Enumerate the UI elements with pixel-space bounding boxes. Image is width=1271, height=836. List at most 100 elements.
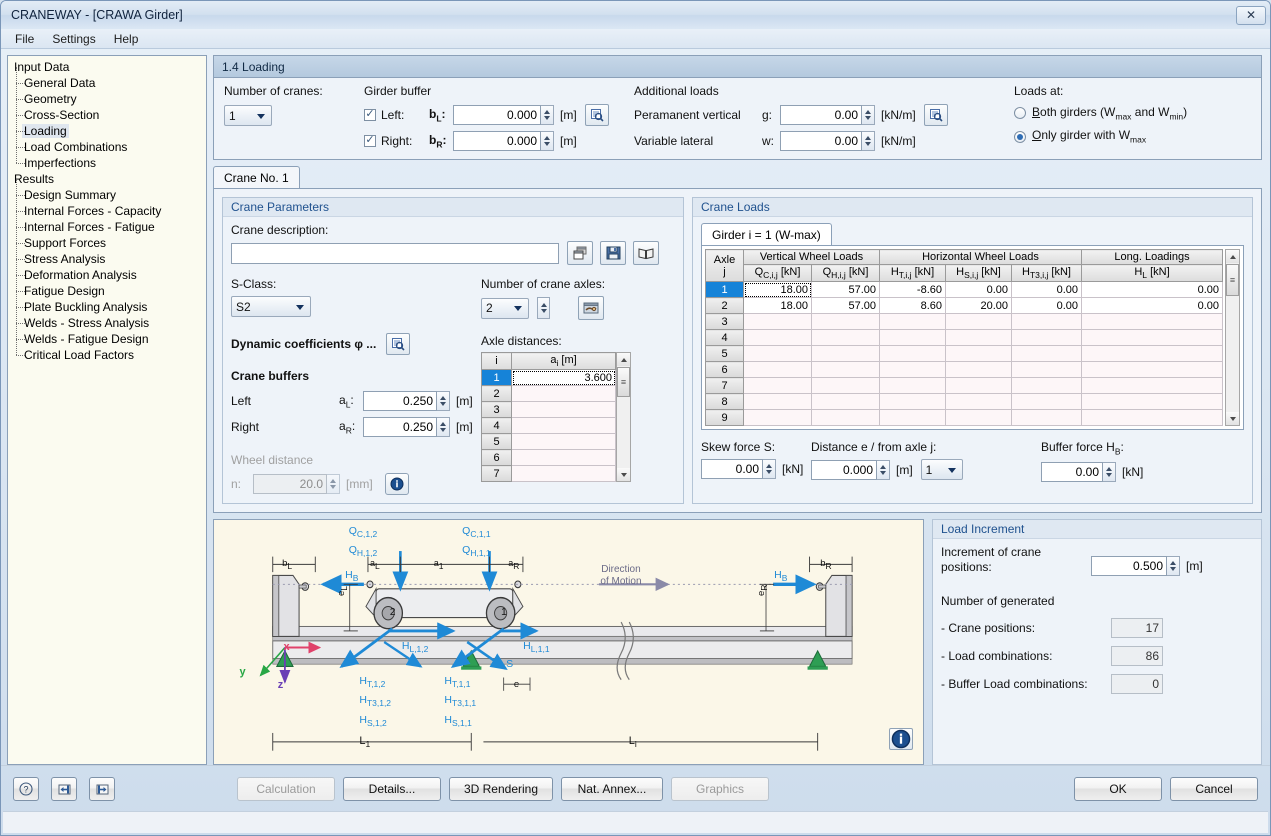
axle-row-value[interactable] [511, 401, 616, 419]
axle-row-value[interactable] [511, 385, 616, 403]
skew-force-stepper[interactable] [763, 459, 776, 480]
close-icon[interactable]: ✕ [1236, 5, 1266, 25]
load-row-index[interactable]: 6 [705, 361, 744, 379]
navigation-tree[interactable]: Input Data General Data Geometry Cross-S… [7, 55, 207, 765]
sidebar-item-geometry[interactable]: Geometry [12, 83, 206, 107]
menu-item-file[interactable]: File [7, 30, 42, 48]
sidebar-item-plate-buckling-analysis[interactable]: Plate Buckling Analysis [12, 291, 206, 315]
load-row-index[interactable]: 2 [705, 297, 744, 315]
load-ht[interactable]: 8.60 [879, 297, 946, 315]
load-row-index[interactable]: 3 [705, 313, 744, 331]
ar-input[interactable]: 0.250 [363, 417, 437, 437]
axle-row-index[interactable]: 3 [481, 401, 512, 419]
load-hl[interactable]: 0.00 [1081, 281, 1223, 299]
distance-e-stepper[interactable] [877, 459, 890, 480]
s-class-select[interactable]: S2 [231, 296, 311, 317]
load-qh[interactable]: 57.00 [811, 281, 880, 299]
axle-row-index[interactable]: 1 [481, 369, 512, 387]
buffer-force-input[interactable]: 0.00 [1041, 461, 1103, 482]
tree-group-results[interactable]: Results [12, 171, 206, 187]
axle-row-value[interactable] [511, 465, 616, 483]
radio-both-girders[interactable] [1014, 107, 1026, 120]
graphics-button[interactable]: Graphics [671, 776, 769, 801]
scroll-down-icon[interactable] [1226, 412, 1239, 426]
load-hs[interactable]: 20.00 [945, 297, 1012, 315]
bl-stepper[interactable] [541, 105, 554, 125]
sidebar-item-fatigue-design[interactable]: Fatigue Design [12, 275, 206, 299]
distance-axle-select[interactable]: 1 [920, 459, 963, 481]
scroll-up-icon[interactable] [617, 353, 630, 366]
axle-row-value[interactable] [511, 449, 616, 467]
crane-loads-scrollbar[interactable]: ≡ [1225, 249, 1240, 427]
sidebar-item-welds-stress-analysis[interactable]: Welds - Stress Analysis [12, 307, 206, 331]
load-row-index[interactable]: 8 [705, 393, 744, 411]
calculation-button[interactable]: Calculation [237, 776, 335, 801]
axle-wizard-icon[interactable] [578, 296, 604, 320]
load-row-index[interactable]: 7 [705, 377, 744, 395]
br-stepper[interactable] [541, 131, 554, 151]
tree-group-input-data[interactable]: Input Data [12, 59, 206, 75]
axle-row-value[interactable]: 3.600 [511, 369, 616, 387]
girder-buffer-left-checkbox[interactable] [364, 109, 376, 121]
w-stepper[interactable] [862, 131, 875, 151]
next-page-button[interactable] [89, 776, 115, 801]
al-stepper[interactable] [437, 391, 450, 411]
axle-row-index[interactable]: 5 [481, 433, 512, 451]
sidebar-item-design-summary[interactable]: Design Summary [12, 179, 206, 203]
girder-buffer-right-checkbox[interactable] [364, 135, 376, 147]
tab-crane-no-1[interactable]: Crane No. 1 [213, 166, 300, 188]
load-qh[interactable]: 57.00 [811, 297, 880, 315]
axle-row-index[interactable]: 7 [481, 465, 512, 483]
load-row-index[interactable]: 5 [705, 345, 744, 363]
sidebar-item-support-forces[interactable]: Support Forces [12, 227, 206, 251]
number-of-crane-axles-select[interactable]: 2 [481, 297, 529, 319]
bl-detail-magnifier-icon[interactable] [584, 104, 609, 126]
scroll-up-icon[interactable] [1226, 250, 1239, 263]
radio-only-girder-wmax[interactable] [1014, 130, 1026, 143]
scroll-thumb[interactable]: ≡ [617, 367, 630, 397]
load-row-index[interactable]: 9 [705, 409, 744, 427]
g-input[interactable]: 0.00 [780, 105, 862, 125]
sidebar-item-general-data[interactable]: General Data [12, 67, 206, 91]
br-input[interactable]: 0.000 [453, 131, 541, 151]
sidebar-item-imperfections[interactable]: Imperfections [12, 147, 206, 171]
sidebar-item-load-combinations[interactable]: Load Combinations [12, 131, 206, 155]
sidebar-item-loading[interactable]: Loading [12, 115, 206, 139]
sidebar-item-welds-fatigue-design[interactable]: Welds - Fatigue Design [12, 323, 206, 347]
scroll-down-icon[interactable] [617, 468, 630, 482]
axle-row-value[interactable] [511, 433, 616, 451]
crane-axles-stepper[interactable] [537, 297, 550, 319]
load-hs[interactable]: 0.00 [945, 281, 1012, 299]
load-hl[interactable]: 0.00 [1081, 297, 1223, 315]
al-input[interactable]: 0.250 [363, 391, 437, 411]
help-button[interactable]: ? [13, 776, 39, 801]
details-button[interactable]: Details... [343, 776, 441, 801]
sidebar-item-deformation-analysis[interactable]: Deformation Analysis [12, 259, 206, 283]
sidebar-item-internal-forces-fatigue[interactable]: Internal Forces - Fatigue [12, 211, 206, 235]
sidebar-item-stress-analysis[interactable]: Stress Analysis [12, 243, 206, 267]
sidebar-item-cross-section[interactable]: Cross-Section [12, 99, 206, 123]
load-row-index[interactable]: 4 [705, 329, 744, 347]
skew-force-input[interactable]: 0.00 [701, 459, 763, 480]
crane-loads-table[interactable]: Axle j Vertical Wheel Loads Horizontal Wh… [705, 248, 1223, 427]
cancel-button[interactable]: Cancel [1170, 776, 1258, 801]
axle-row-index[interactable]: 2 [481, 385, 512, 403]
save-floppy-icon[interactable] [600, 241, 626, 265]
scroll-thumb[interactable]: ≡ [1226, 264, 1239, 296]
axle-row-index[interactable]: 6 [481, 449, 512, 467]
axle-row-index[interactable]: 4 [481, 417, 512, 435]
axle-distances-table[interactable]: i ai [m] 1 3.600 2 3 4 5 6 7 [481, 351, 616, 483]
load-qc[interactable]: 18.00 [743, 297, 812, 315]
distance-e-input[interactable]: 0.000 [811, 459, 877, 480]
g-detail-magnifier-icon[interactable] [923, 104, 948, 126]
crane-girder-diagram[interactable]: QC,1,2 QC,1,1 QH,1,2 QH,1,1 bL bR aL a1 … [213, 519, 924, 765]
load-qc[interactable]: 18.00 [743, 281, 812, 299]
g-stepper[interactable] [862, 105, 875, 125]
increment-stepper[interactable] [1167, 556, 1180, 576]
load-ht3[interactable]: 0.00 [1011, 281, 1082, 299]
nat-annex-button[interactable]: Nat. Annex... [561, 776, 663, 801]
load-ht3[interactable]: 0.00 [1011, 297, 1082, 315]
sidebar-item-critical-load-factors[interactable]: Critical Load Factors [12, 339, 206, 363]
axle-row-value[interactable] [511, 417, 616, 435]
load-ht[interactable]: -8.60 [879, 281, 946, 299]
